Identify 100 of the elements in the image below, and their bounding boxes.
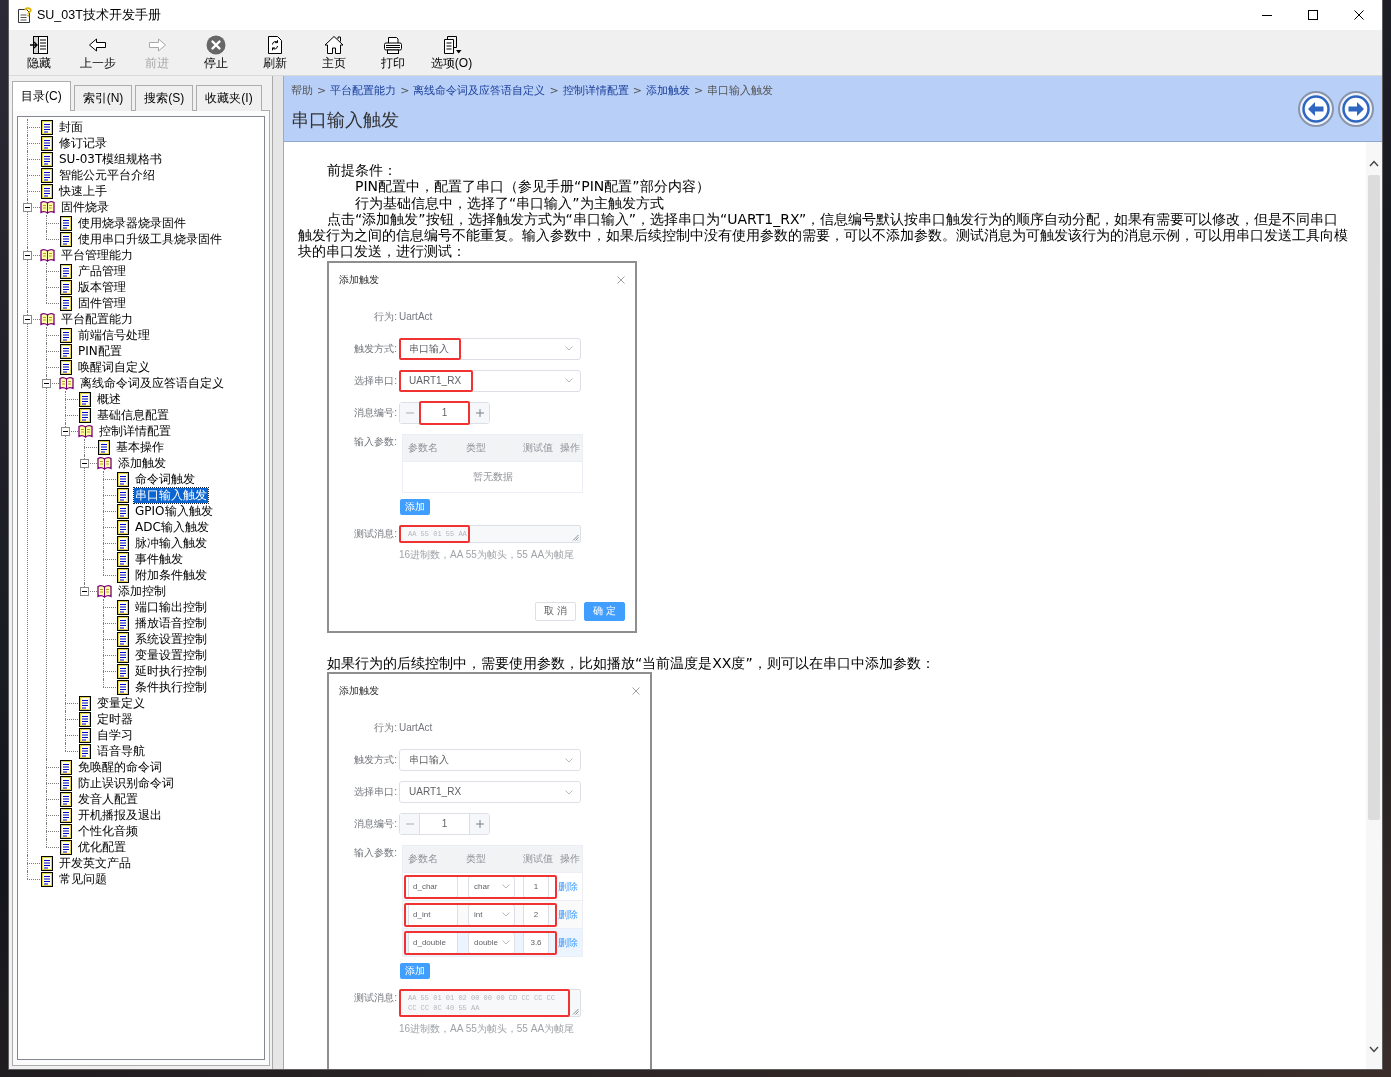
tree-item[interactable]: 定时器 xyxy=(96,711,134,727)
tab[interactable]: 目录(C) xyxy=(12,81,71,111)
tree-item[interactable]: 条件执行控制 xyxy=(134,679,208,695)
tree-item[interactable]: 变量设置控制 xyxy=(134,647,208,663)
scroll-down-icon[interactable] xyxy=(1369,1046,1379,1053)
minus-box-icon[interactable] xyxy=(42,379,51,388)
tree-item[interactable]: 附加条件触发 xyxy=(134,567,208,583)
tree-item[interactable]: 系统设置控制 xyxy=(134,631,208,647)
nav-forward-button[interactable] xyxy=(1338,90,1374,127)
home-button[interactable]: 主页 xyxy=(304,30,363,75)
tree-item[interactable]: 智能公元平台介绍 xyxy=(58,167,156,183)
minus-box-icon[interactable] xyxy=(23,203,32,212)
tree-item[interactable]: 使用串口升级工具烧录固件 xyxy=(77,231,223,247)
tab[interactable]: 索引(N) xyxy=(73,85,133,111)
tree-item[interactable]: SU-03T模组规格书 xyxy=(58,151,164,167)
text-input[interactable]: d_char xyxy=(408,875,458,898)
tree-item[interactable]: 添加触发 xyxy=(117,455,167,471)
tree-item[interactable]: 离线命令词及应答语自定义 xyxy=(79,375,225,391)
select-field[interactable]: UART1_RX xyxy=(399,781,581,804)
scrollbar-thumb[interactable] xyxy=(1368,175,1380,820)
tree-item[interactable]: 变量定义 xyxy=(96,695,146,711)
close-icon[interactable] xyxy=(1354,10,1364,20)
increment-button[interactable] xyxy=(469,402,489,423)
tree-item[interactable]: 个性化音频 xyxy=(77,823,139,839)
text-input[interactable]: d_int xyxy=(408,903,458,926)
tab[interactable]: 收藏夹(I) xyxy=(196,85,262,111)
nav-back-button[interactable] xyxy=(1298,90,1334,127)
tab[interactable]: 搜索(S) xyxy=(135,85,194,111)
hide-button[interactable]: 隐藏 xyxy=(9,30,68,75)
select-field[interactable]: char xyxy=(468,875,515,898)
select-field[interactable]: 串口输入 xyxy=(399,337,581,360)
tree-item[interactable]: 发音人配置 xyxy=(77,791,139,807)
tree-item[interactable]: PIN配置 xyxy=(77,343,123,359)
decrement-button[interactable] xyxy=(400,402,420,423)
tree-item[interactable]: 添加控制 xyxy=(117,583,167,599)
tree-item[interactable]: 唤醒词自定义 xyxy=(77,359,151,375)
tree-item[interactable]: 播放语音控制 xyxy=(134,615,208,631)
page-icon xyxy=(79,711,91,727)
house-icon xyxy=(323,35,344,55)
maximize-icon[interactable] xyxy=(1308,10,1318,20)
tree-item[interactable]: GPIO输入触发 xyxy=(134,503,214,519)
tree-item[interactable]: 脉冲输入触发 xyxy=(134,535,208,551)
breadcrumb-link[interactable]: 离线命令词及应答语自定义 xyxy=(413,84,546,97)
tree-item[interactable]: 平台管理能力 xyxy=(60,247,134,263)
number-input[interactable]: 1 xyxy=(420,402,469,423)
tree-item[interactable]: 修订记录 xyxy=(58,135,108,151)
tree-item[interactable]: 语音导航 xyxy=(96,743,146,759)
text-input[interactable]: d_double xyxy=(408,931,458,954)
text-input[interactable]: 1 xyxy=(523,875,549,898)
select-field[interactable]: 串口输入 xyxy=(399,749,581,772)
options-button[interactable]: 选项(O) xyxy=(422,30,481,75)
tree-item[interactable]: 平台配置能力 xyxy=(60,311,134,327)
minus-box-icon[interactable] xyxy=(23,251,32,260)
tree-item[interactable]: 控制详情配置 xyxy=(98,423,172,439)
tree-item[interactable]: 前端信号处理 xyxy=(77,327,151,343)
tree-item[interactable]: 开发英文产品 xyxy=(58,855,132,871)
text-input[interactable]: 2 xyxy=(523,903,549,926)
breadcrumb-link[interactable]: 控制详情配置 xyxy=(562,84,629,97)
tree-item[interactable]: 开机播报及退出 xyxy=(77,807,163,823)
tree-item[interactable]: 基础信息配置 xyxy=(96,407,170,423)
tree-item[interactable]: 固件管理 xyxy=(77,295,127,311)
tree-item[interactable]: 基本操作 xyxy=(115,439,165,455)
breadcrumb-link[interactable]: 平台配置能力 xyxy=(330,84,397,97)
back-button[interactable]: 上一步 xyxy=(68,30,127,75)
tree-item[interactable]: 免唤醒的命令词 xyxy=(77,759,163,775)
minus-box-icon[interactable] xyxy=(80,459,89,468)
page-icon xyxy=(79,391,91,407)
print-button[interactable]: 打印 xyxy=(363,30,422,75)
select-field[interactable]: int xyxy=(468,903,515,926)
tree-item[interactable]: ADC输入触发 xyxy=(134,519,210,535)
tree-item[interactable]: 版本管理 xyxy=(77,279,127,295)
minus-box-icon[interactable] xyxy=(61,427,70,436)
tree-item[interactable]: 端口输出控制 xyxy=(134,599,208,615)
tree-item[interactable]: 延时执行控制 xyxy=(134,663,208,679)
stop-button[interactable]: 停止 xyxy=(186,30,245,75)
tree-item[interactable]: 优化配置 xyxy=(77,839,127,855)
tree-item[interactable]: 串口输入触发 xyxy=(134,487,208,503)
refresh-button[interactable]: 刷新 xyxy=(245,30,304,75)
number-input[interactable]: 1 xyxy=(420,814,469,835)
tree-item[interactable]: 命令词触发 xyxy=(134,471,196,487)
tree-item[interactable]: 事件触发 xyxy=(134,551,184,567)
tree-item[interactable]: 产品管理 xyxy=(77,263,127,279)
scroll-up-icon[interactable] xyxy=(1369,160,1379,167)
minus-box-icon[interactable] xyxy=(80,587,89,596)
tree-item[interactable]: 使用烧录器烧录固件 xyxy=(77,215,187,231)
tree-item[interactable]: 自学习 xyxy=(96,727,134,743)
tree-item[interactable]: 封面 xyxy=(58,119,84,135)
tree-item[interactable]: 防止误识别命令词 xyxy=(77,775,175,791)
tree-item[interactable]: 固件烧录 xyxy=(60,199,110,215)
tree-item[interactable]: 快速上手 xyxy=(58,183,108,199)
cancel-button[interactable]: 取 消 xyxy=(535,601,577,621)
breadcrumb-link[interactable]: 添加触发 xyxy=(645,84,690,97)
column-header: 操作 xyxy=(559,440,581,455)
select-field[interactable]: double xyxy=(468,931,515,954)
text-input[interactable]: 3.6 xyxy=(523,931,549,954)
page-icon xyxy=(41,183,53,199)
tree-item[interactable]: 常见问题 xyxy=(58,871,108,887)
select-field[interactable]: UART1_RX xyxy=(399,369,581,392)
minus-box-icon[interactable] xyxy=(23,315,32,324)
tree-item[interactable]: 概述 xyxy=(96,391,122,407)
